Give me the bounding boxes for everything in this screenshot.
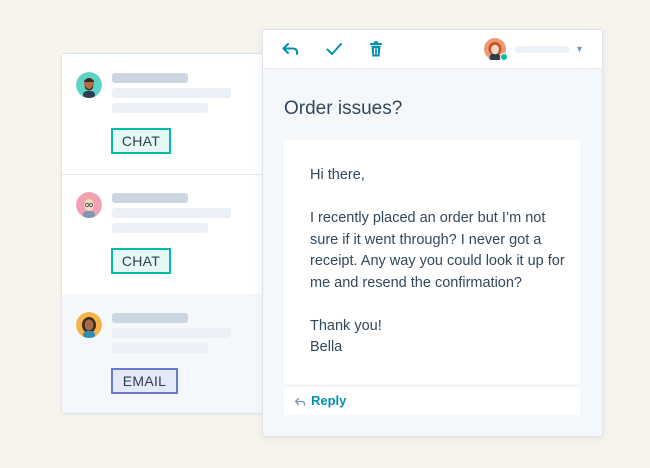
message-toolbar: ▼ [263,30,602,69]
reply-arrow-icon[interactable] [281,40,299,58]
avatar [76,72,102,98]
preview-line-placeholder [112,103,208,113]
reply-arrow-icon[interactable] [294,395,306,407]
owner-name-placeholder [515,46,569,53]
message-body: I recently placed an order but I’m not s… [310,210,565,291]
message-text: Hi there, I recently placed an order but… [310,165,570,359]
contact-name-placeholder [112,313,188,323]
avatar [76,312,102,338]
channel-badge-chat: CHAT [111,248,171,274]
message-closing: Thank you! Bella [310,316,570,359]
conversation-item[interactable]: CHAT [62,54,264,175]
preview-line-placeholder [112,88,231,98]
channel-badge-email: EMAIL [111,368,178,394]
channel-badge-chat: CHAT [111,128,171,154]
message-greeting: Hi there, [310,167,365,183]
preview-line-placeholder [112,223,208,233]
preview-line-placeholder [112,208,231,218]
preview-line-placeholder [112,343,208,353]
conversation-item-selected[interactable]: EMAIL [62,294,264,413]
contact-name-placeholder [112,193,188,203]
reply-bar: Reply [284,386,580,415]
check-icon[interactable] [325,40,343,58]
conversation-item[interactable]: CHAT [62,174,264,295]
trash-icon[interactable] [367,40,385,58]
message-subject: Order issues? [284,98,403,119]
preview-line-placeholder [112,328,231,338]
conversation-list: CHAT CHAT EMAIL [61,53,265,414]
contact-name-placeholder [112,73,188,83]
message-detail-panel: ▼ Order issues? Hi there, I recently pla… [262,29,603,437]
message-signature: Bella [310,339,343,355]
avatar [76,192,102,218]
message-body-card: Hi there, I recently placed an order but… [284,140,580,384]
message-closing-line: Thank you! [310,317,382,334]
online-status-dot [500,53,508,61]
chevron-down-icon[interactable]: ▼ [575,44,584,54]
reply-button[interactable]: Reply [311,393,346,408]
